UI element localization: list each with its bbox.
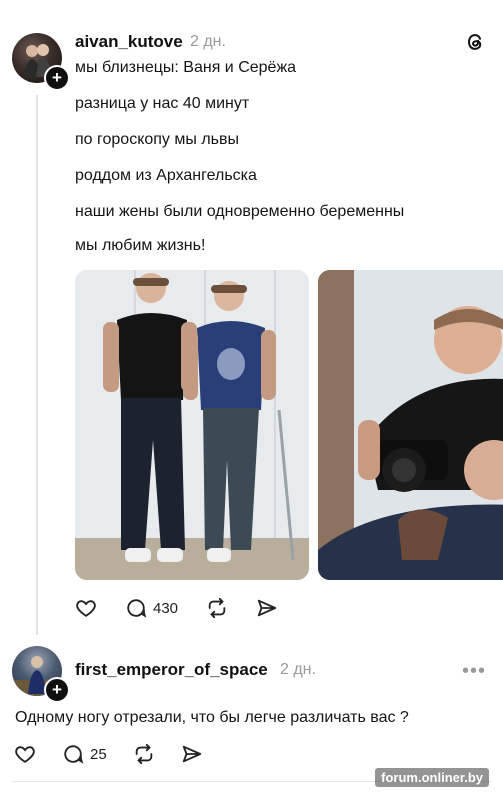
comment-like-button[interactable] bbox=[14, 743, 36, 765]
post-text-line-2: разница у нас 40 минут bbox=[75, 95, 250, 112]
repost-icon bbox=[135, 743, 152, 765]
comment-share-button[interactable] bbox=[181, 743, 203, 765]
post-text-line-6: мы любим жизнь! bbox=[75, 237, 206, 254]
repost-button[interactable] bbox=[206, 597, 228, 619]
post-username[interactable]: aivan_kutove bbox=[75, 32, 183, 52]
heart-icon bbox=[15, 746, 35, 763]
post-photo-1[interactable] bbox=[75, 270, 309, 580]
heart-icon bbox=[76, 600, 96, 617]
post-text-line-1: мы близнецы: Ваня и Серёжа bbox=[75, 59, 297, 76]
threads-logo-icon[interactable] bbox=[464, 31, 486, 53]
comment-follow-plus-button[interactable]: + bbox=[44, 677, 70, 703]
follow-plus-button[interactable]: + bbox=[44, 65, 70, 91]
send-icon bbox=[182, 745, 201, 763]
comment-reply-count: 25 bbox=[90, 745, 107, 763]
more-options-icon[interactable]: ••• bbox=[462, 660, 486, 683]
post-text-line-4: роддом из Архангельска bbox=[75, 167, 257, 184]
photo-2-illustration bbox=[318, 270, 503, 580]
repost-icon bbox=[208, 597, 226, 619]
post-actions: 430 bbox=[75, 597, 298, 619]
watermark: forum.onliner.by bbox=[375, 768, 489, 787]
comment-actions: 25 bbox=[14, 743, 223, 765]
post-text-line-5: наши жены были одновременно беременны bbox=[75, 203, 405, 220]
thread-connector-line bbox=[36, 95, 38, 635]
comment-bubble-icon bbox=[127, 599, 147, 618]
post-timestamp: 2 дн. bbox=[190, 33, 226, 50]
send-icon bbox=[257, 599, 277, 617]
comment-bubble-icon bbox=[64, 745, 84, 764]
post-photo-2[interactable] bbox=[318, 270, 503, 580]
comment-text: Одному ногу отрезали, что бы легче разли… bbox=[15, 709, 409, 726]
reply-count: 430 bbox=[153, 599, 179, 617]
photo-1-illustration bbox=[75, 270, 309, 580]
post-text-line-3: по гороскопу мы львы bbox=[75, 131, 239, 148]
comment-timestamp: 2 дн. bbox=[280, 661, 316, 678]
like-button[interactable] bbox=[75, 597, 97, 619]
comment-repost-button[interactable] bbox=[133, 743, 155, 765]
comment-reply-button[interactable]: 25 bbox=[62, 743, 107, 765]
reply-button[interactable]: 430 bbox=[125, 597, 178, 619]
comment-username[interactable]: first_emperor_of_space bbox=[75, 660, 268, 680]
share-button[interactable] bbox=[256, 597, 278, 619]
